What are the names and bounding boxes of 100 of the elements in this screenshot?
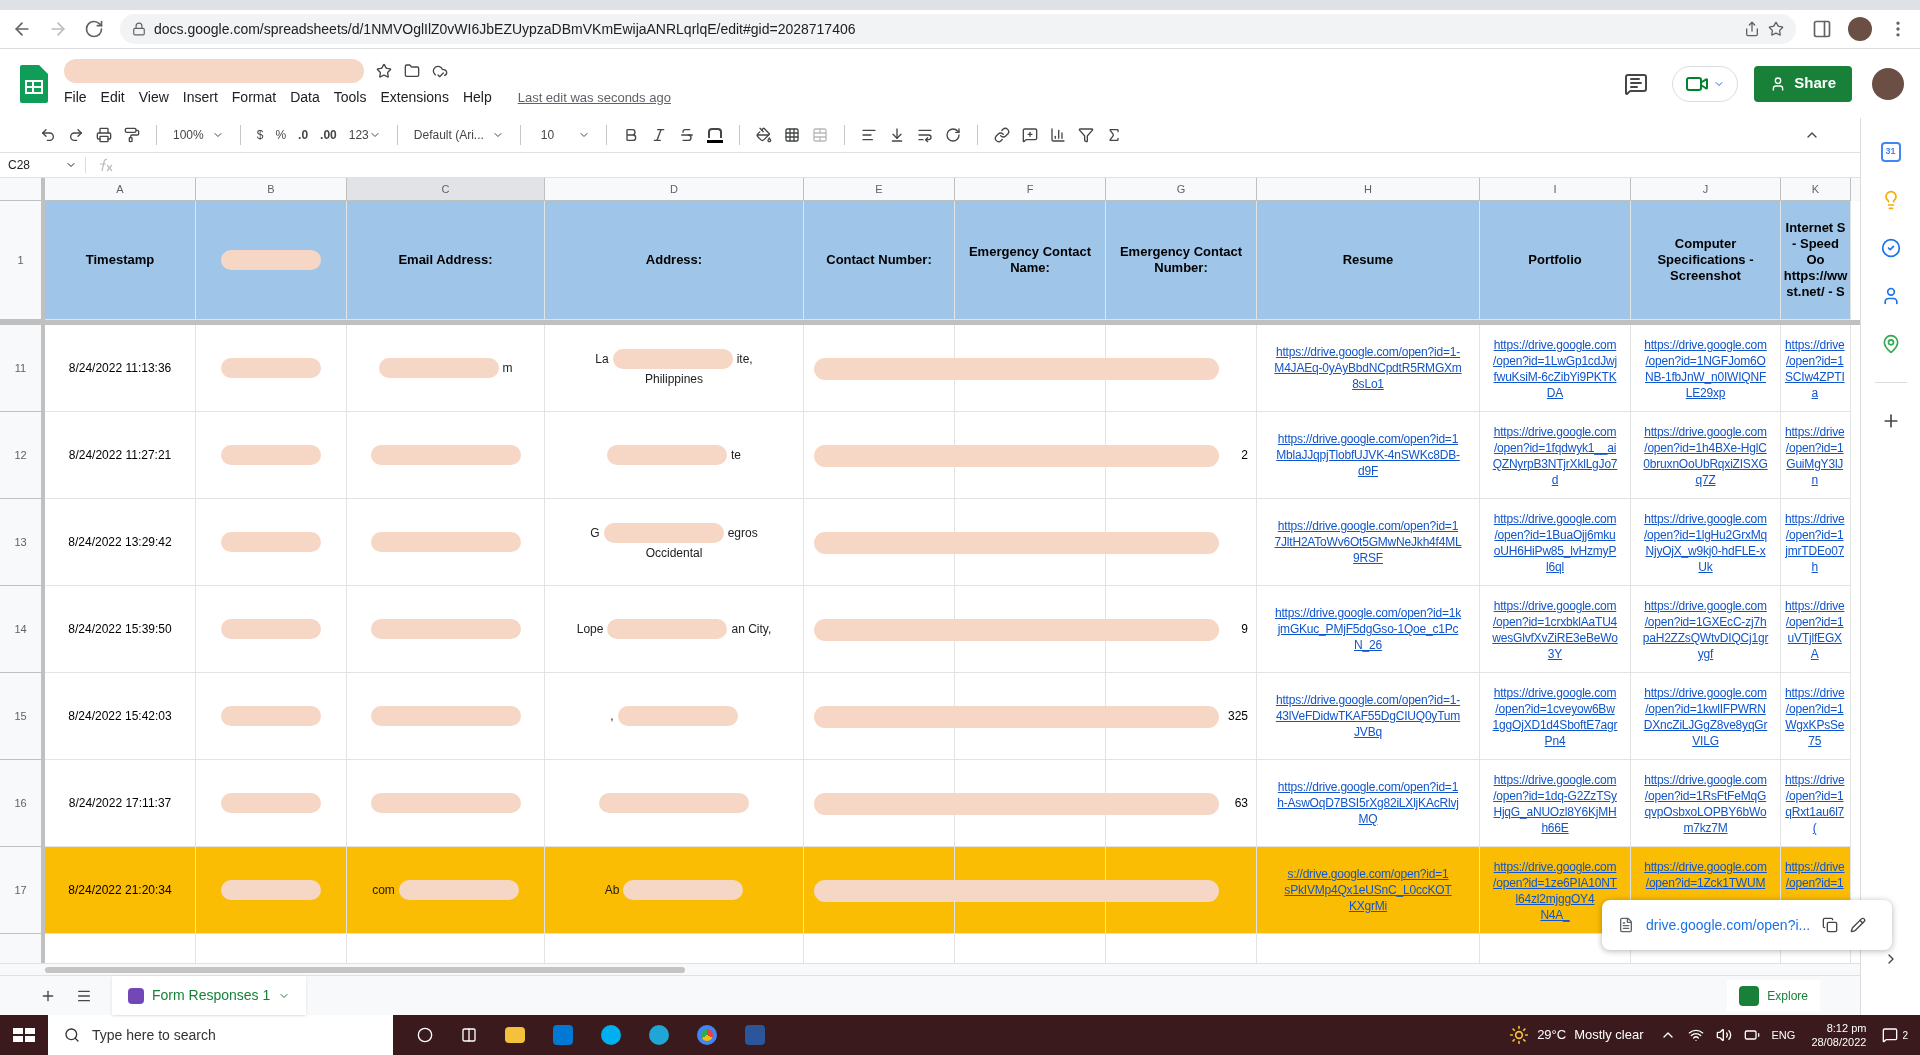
weather-text[interactable]: Mostly clear — [1574, 1025, 1644, 1045]
link[interactable]: https://drive /open?id=1 GuiMgY3lJ n — [1785, 424, 1845, 488]
link[interactable]: https://drive.google.com/open?id=1 7JltH2AToWv6Ot5GMwNeJkh4f4ML 9RSF — [1274, 518, 1462, 566]
menu-item[interactable]: Insert — [182, 87, 218, 108]
link[interactable]: https://drive.google.com /open?id=1kwlIFPWRN DXncZiLJGgZ8ve8yqGr VILG — [1643, 685, 1768, 749]
link[interactable]: https://drive.google.com/open?id=1 h-AswOqD7BSI5rXg82iLXljKAcRlvj MQ — [1277, 779, 1459, 827]
column-header[interactable]: D — [545, 178, 804, 201]
menu-item[interactable]: View — [138, 87, 169, 108]
fill-color-icon[interactable] — [756, 127, 773, 143]
align-left-icon[interactable] — [861, 127, 878, 143]
link[interactable]: https://drive.google.com /open?id=1NGFJom6O NB-1fbJnW_n0IWIQNF LE29xp — [1644, 337, 1767, 401]
link[interactable]: https://drive.google.com /open?id=1RsFtFeMqG qvpOsbxoLOPBY6bWo m7kz7M — [1644, 772, 1767, 836]
link[interactable]: https://drive /open?id=1 jmrTDEo07 h — [1785, 511, 1845, 575]
column-header[interactable]: E — [804, 178, 955, 201]
sheet-tab[interactable]: Form Responses 1 — [112, 976, 307, 1015]
link-preview-popup[interactable]: drive.google.com/open?i... — [1602, 900, 1892, 950]
column-header[interactable]: H — [1257, 178, 1480, 201]
number-format-select[interactable]: 123 — [348, 126, 381, 144]
share-icon[interactable] — [1744, 21, 1760, 37]
link[interactable]: https://drive.google.com /open?id=1dq-G2ZzTSy HjqG_aNUOzl8Y6KjMH h66E — [1493, 772, 1617, 836]
menu-item[interactable]: Edit — [100, 87, 125, 108]
link[interactable]: https://drive.google.com /open?id=1h4BXe-HglC 0bruxnOoUbRqxiZISXG q7Z — [1643, 424, 1768, 488]
column-header[interactable]: J — [1631, 178, 1781, 201]
link[interactable]: https://drive.google.com/open?id=1k jmGKuc_PMjF5dgGso-1Qoe_c1Pc N_26 — [1274, 605, 1462, 653]
language-indicator[interactable]: ENG — [1771, 1026, 1796, 1044]
link[interactable]: https://drive.google.com/open?id=1- 43lVeFDidwTKAF55DgCIUQ0yTum JVBq — [1275, 692, 1461, 740]
tasks-icon[interactable] — [1880, 238, 1901, 258]
zoom-select[interactable]: 100% — [173, 126, 224, 144]
widgets-icon[interactable] — [461, 1027, 477, 1043]
link[interactable]: https://drive.google.com /open?id=1BuaOjj6mku oUH6HiPw85_lvHzmyP l6ql — [1493, 511, 1617, 575]
link[interactable]: https://drive.google.com /open?id=1LwGp1cdJwj fwuKsiM-6cZibYi9PKTK DA — [1493, 337, 1617, 401]
add-comment-icon[interactable] — [1022, 127, 1039, 143]
address-bar[interactable]: docs.google.com/spreadsheets/d/1NMVOglIlZ0vWI6JbEZUypzaDBmVKmEwijaANRLqrlqE/edit#gid=2028717406 — [120, 14, 1796, 44]
cloud-check-icon[interactable] — [432, 63, 448, 79]
link-icon[interactable] — [994, 127, 1011, 143]
link-preview-url[interactable]: drive.google.com/open?i... — [1646, 914, 1811, 936]
row-header[interactable]: 17 — [0, 847, 45, 934]
link[interactable]: https://drive.google.com/open?id=1 MblaJJqpjTlobfUJVK-4nSWKc8DB- d9F — [1276, 431, 1460, 479]
row-header[interactable]: 11 — [0, 325, 45, 412]
filter-icon[interactable] — [1078, 127, 1095, 143]
chrome-icon[interactable] — [697, 1025, 717, 1045]
redo-icon[interactable] — [68, 127, 84, 143]
sheets-logo[interactable] — [20, 64, 48, 103]
row-header[interactable]: 13 — [0, 499, 45, 586]
link[interactable]: https://drive.google.com /open?id=1fqdwyk1__ai QZNyrpB3NTjrXklLgJo7 d — [1492, 424, 1618, 488]
text-color-icon[interactable] — [707, 127, 724, 143]
share-button[interactable]: Share — [1754, 65, 1852, 102]
column-header[interactable]: F — [955, 178, 1106, 201]
chart-icon[interactable] — [1050, 127, 1067, 143]
increase-decimal-button[interactable]: .00 — [320, 126, 337, 144]
borders-icon[interactable] — [784, 127, 801, 143]
paint-format-icon[interactable] — [124, 127, 140, 143]
link[interactable]: https://drive /open?id=1 — [1785, 859, 1845, 891]
link[interactable]: https://drive.google.com /open?id=1lgHu2GrxMq NjyOjX_w9kj0-hdFLE-x Uk — [1643, 511, 1768, 575]
horizontal-scrollbar[interactable] — [45, 966, 685, 973]
calendar-icon[interactable]: 31 — [1880, 142, 1901, 162]
network-icon[interactable] — [1687, 1027, 1704, 1043]
column-header[interactable]: I — [1480, 178, 1631, 201]
profile-avatar[interactable] — [1848, 17, 1872, 41]
battery-icon[interactable] — [1743, 1027, 1760, 1043]
menu-item[interactable]: Extensions — [380, 87, 449, 108]
column-header[interactable]: K — [1781, 178, 1851, 201]
percent-format-button[interactable]: % — [275, 126, 287, 144]
last-edit-link[interactable]: Last edit was seconds ago — [517, 87, 671, 108]
print-icon[interactable] — [96, 127, 112, 143]
menu-item[interactable]: Help — [462, 87, 492, 108]
row-header[interactable]: 16 — [0, 760, 45, 847]
font-select[interactable]: Default (Ari... — [413, 126, 504, 144]
strikethrough-icon[interactable] — [679, 127, 696, 143]
account-avatar[interactable] — [1872, 67, 1904, 100]
currency-format-button[interactable]: $ — [256, 126, 264, 144]
explore-button[interactable]: Explore — [1727, 979, 1820, 1012]
undo-icon[interactable] — [40, 127, 56, 143]
taskbar-search-field[interactable]: Type here to search — [48, 1015, 393, 1055]
link[interactable]: https://drive.google.com /open?id=1GXEcC-zj7h paH2ZZsQWtvDIQCj1gr ygf — [1642, 598, 1769, 662]
row-header[interactable]: 14 — [0, 586, 45, 673]
link[interactable]: https://drive /open?id=1 WgxKPsSe 75 — [1785, 685, 1845, 749]
decrease-decimal-button[interactable]: .0 — [298, 126, 309, 144]
row-header[interactable]: 12 — [0, 412, 45, 499]
bookmark-star-icon[interactable] — [1768, 21, 1784, 37]
edit-icon[interactable] — [1850, 917, 1867, 933]
link[interactable]: https://drive /open?id=1 qRxt1au6l7 ( — [1785, 772, 1845, 836]
merge-cells-icon[interactable] — [812, 127, 829, 143]
copy-icon[interactable] — [1822, 917, 1839, 933]
reload-icon[interactable] — [84, 19, 104, 39]
comments-icon[interactable] — [1624, 71, 1649, 96]
text-rotate-icon[interactable] — [945, 127, 962, 143]
row-header[interactable]: 15 — [0, 673, 45, 760]
folder-icon[interactable] — [404, 63, 420, 79]
column-header[interactable]: C — [347, 178, 545, 201]
temperature[interactable]: 29°C — [1537, 1025, 1567, 1045]
link[interactable]: https://drive.google.com /open?id=1crxbklAaTU4 wesGlvfXvZiRE3eBeWo 3Y — [1492, 598, 1618, 662]
row-header[interactable]: 1 — [0, 201, 45, 320]
link[interactable]: https://drive /open?id=1 SCIw4ZPTI a — [1785, 337, 1845, 401]
star-icon[interactable] — [376, 63, 392, 79]
menu-item[interactable]: Tools — [333, 87, 367, 108]
name-box[interactable]: C28 — [0, 156, 85, 174]
link[interactable]: https://drive.google.com /open?id=1Zck1TWUM — [1644, 859, 1767, 891]
column-header[interactable]: A — [45, 178, 196, 201]
font-size-select[interactable]: 10 — [540, 126, 591, 144]
